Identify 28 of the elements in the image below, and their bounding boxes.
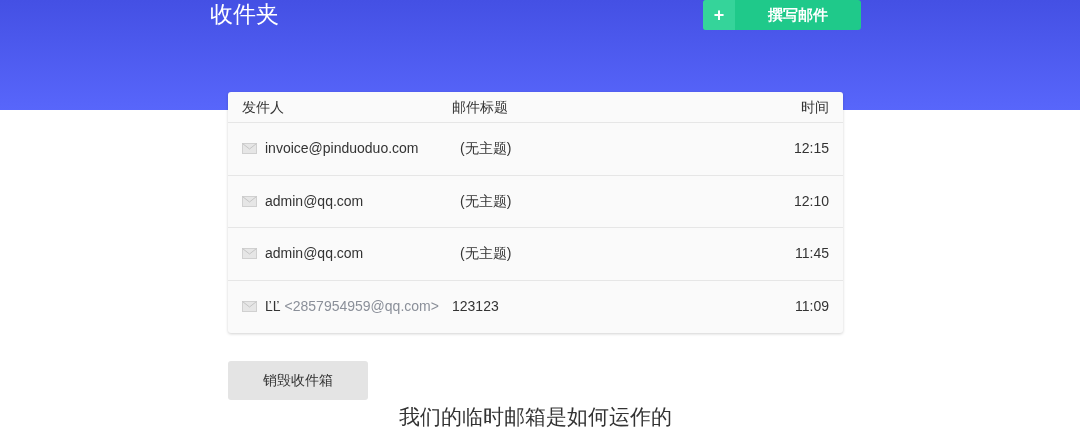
column-header: 邮件标题 xyxy=(452,97,509,117)
envelope-icon xyxy=(242,143,257,155)
mail-subject: (无主题) xyxy=(459,191,513,211)
envelope-icon xyxy=(242,301,257,313)
column-header: 发件人 xyxy=(242,97,285,117)
mail-time: 11:09 xyxy=(795,297,829,317)
envelope-icon xyxy=(242,195,257,207)
mail-time: 12:15 xyxy=(793,139,829,159)
column-header: 时间 xyxy=(801,97,829,117)
mail-time: 12:10 xyxy=(793,191,829,211)
mail-row[interactable]: ĽĽ <2857954959@qq.com> 123123 11:09 xyxy=(228,280,843,333)
mail-subject: (无主题) xyxy=(459,139,513,159)
destroy-inbox-button[interactable]: 销毁收件箱 xyxy=(228,361,368,400)
plus-icon: + xyxy=(703,0,735,30)
sender-address: <2857954959@qq.com> xyxy=(284,297,439,317)
sender-name: admin@qq.com xyxy=(265,191,364,211)
sender-name: admin@qq.com xyxy=(265,244,364,264)
mail-row[interactable]: admin@qq.com (无主题) 11:45 xyxy=(228,228,843,281)
mail-time: 11:45 xyxy=(795,244,829,264)
mail-row[interactable]: invoice@pinduoduo.com (无主题) 12:15 xyxy=(228,123,843,176)
page-title: 收件夹 xyxy=(210,0,279,28)
section-heading: 我们的临时邮箱是如何运作的 xyxy=(398,404,672,430)
sender-name: ĽĽ xyxy=(265,297,281,317)
mail-row[interactable]: admin@qq.com (无主题) 12:10 xyxy=(228,175,843,228)
mail-subject: 123123 xyxy=(452,297,500,317)
envelope-icon xyxy=(242,248,257,260)
sender-name: invoice@pinduoduo.com xyxy=(265,139,419,159)
mail-subject: (无主题) xyxy=(459,244,513,264)
